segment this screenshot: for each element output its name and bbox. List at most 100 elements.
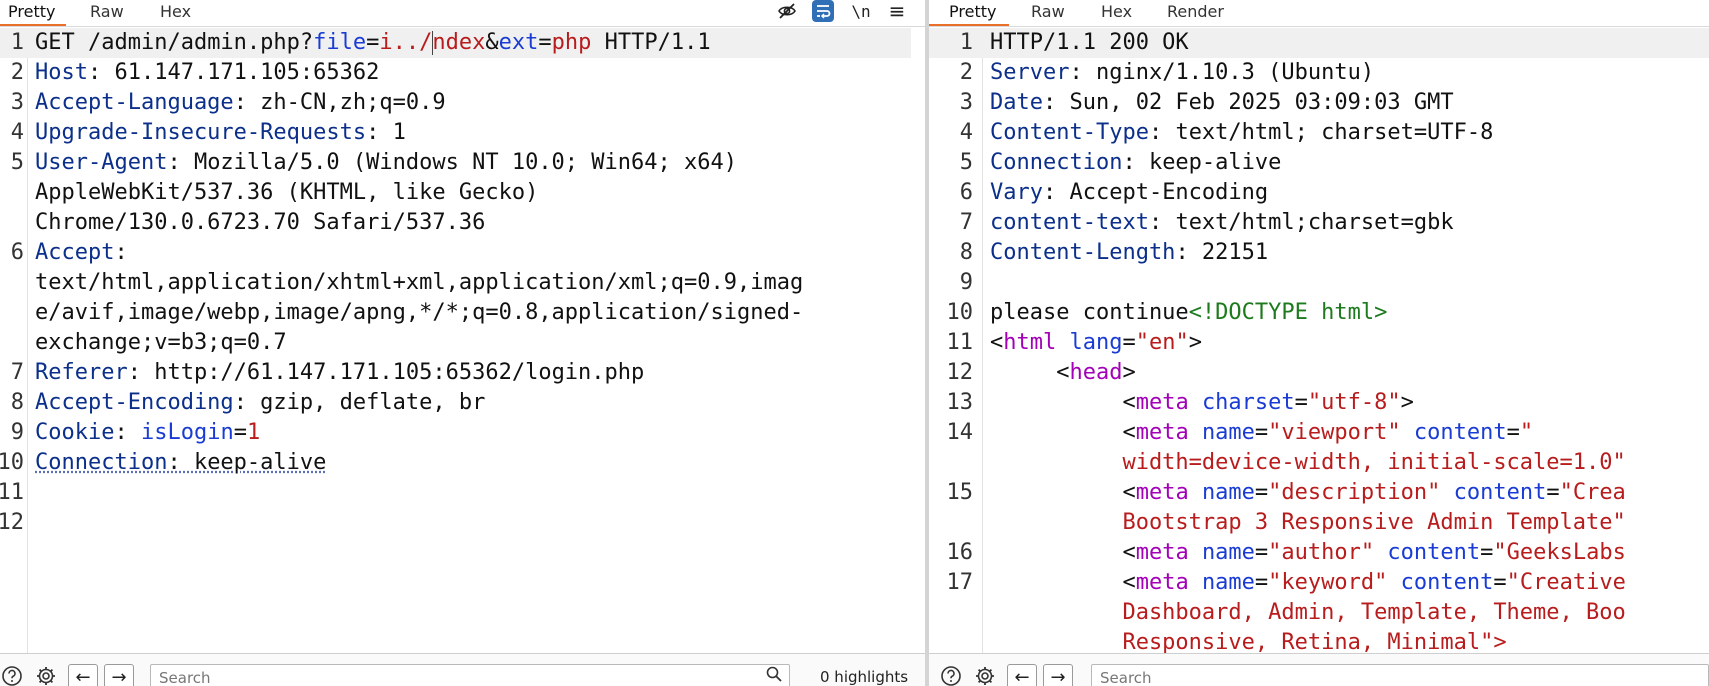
- arrow-left-icon: ←: [1014, 666, 1030, 686]
- line-number: 8: [10, 390, 24, 415]
- body-text: please continue: [990, 300, 1189, 325]
- header-value: : text/html;charset=gbk: [1148, 210, 1454, 235]
- request-editor[interactable]: 1 GET /admin/admin.php?file=i../ndex&ext…: [0, 28, 925, 653]
- header-value: : Mozilla/5.0 (Windows NT 10.0; Win64; x…: [167, 150, 737, 175]
- code-line-wrap: width=device-width, initial-scale=1.0": [929, 448, 1709, 478]
- menu-icon[interactable]: ≡: [886, 0, 908, 23]
- code-line: 10 please continue<!DOCTYPE html>: [929, 298, 1709, 328]
- code-line: 1 GET /admin/admin.php?file=i../ndex&ext…: [0, 28, 911, 58]
- header-key: Upgrade-Insecure-Requests: [35, 120, 367, 145]
- newline-icon[interactable]: \n: [850, 0, 872, 22]
- header-value: : zh-CN,zh;q=0.9: [233, 90, 446, 115]
- attr-name: charset: [1201, 390, 1295, 415]
- gear-icon[interactable]: [973, 664, 997, 686]
- code-line: 4 Content-Type: text/html; charset=UTF-8: [929, 118, 1709, 148]
- method: GET: [35, 30, 88, 55]
- attr-name: name: [1201, 540, 1255, 565]
- attr-name: name: [1201, 480, 1255, 505]
- code-line: 6 Accept:: [0, 238, 925, 268]
- attr-value: "author": [1268, 540, 1375, 565]
- previous-button[interactable]: ←: [68, 664, 98, 686]
- attr-name: content: [1413, 420, 1507, 445]
- attr-value-wrap: Dashboard, Admin, Template, Theme, Boo: [990, 600, 1626, 625]
- code-line: 14 <meta name="viewport" content=": [929, 418, 1709, 448]
- line-number: 15: [946, 480, 974, 505]
- header-key: Server: [990, 60, 1070, 85]
- request-line: GET /admin/admin.php?file=i../ndex&ext=p…: [35, 28, 711, 58]
- header-key: Accept-Encoding: [35, 390, 234, 415]
- tab-raw[interactable]: Raw: [1031, 0, 1065, 26]
- line-number: 6: [10, 240, 24, 265]
- attr-name: content: [1400, 570, 1494, 595]
- attr-name: name: [1201, 570, 1255, 595]
- request-search-input[interactable]: Search: [150, 664, 790, 686]
- tab-hex[interactable]: Hex: [160, 0, 191, 26]
- help-icon[interactable]: [0, 664, 24, 686]
- line-number: 9: [959, 270, 973, 295]
- line-number: 1: [10, 30, 24, 55]
- equals: =: [366, 30, 380, 55]
- response-tabbar: Pretty Raw Hex Render: [929, 0, 1709, 27]
- header-key: Cookie: [35, 420, 115, 445]
- equals: =: [1122, 330, 1136, 355]
- line-number: 3: [959, 90, 973, 115]
- request-bottombar: ← → Search 0 highlights: [0, 653, 925, 686]
- tab-pretty[interactable]: Pretty: [0, 0, 66, 26]
- line-number: 12: [946, 360, 974, 385]
- equals: =: [1254, 480, 1269, 505]
- code-line: 11 <html lang="en">: [929, 328, 1709, 358]
- next-button[interactable]: →: [1043, 664, 1073, 686]
- line-number: 11: [0, 480, 24, 505]
- code-line: 17 <meta name="keyword" content="Creativ…: [929, 568, 1709, 598]
- tag-bracket: >: [1188, 330, 1202, 355]
- header-key: User-Agent: [35, 150, 168, 175]
- param-value: ndex: [432, 30, 486, 55]
- request-tabbar: Pretty Raw Hex \n ≡: [0, 0, 925, 27]
- protocol: HTTP/1.1: [591, 30, 711, 55]
- response-editor[interactable]: 1 HTTP/1.1 200 OK 2 Server: nginx/1.10.3…: [929, 28, 1709, 653]
- help-icon[interactable]: [939, 664, 963, 686]
- code-line-wrap: text/html,application/xhtml+xml,applicat…: [0, 268, 925, 298]
- code-line: 10 Connection: keep-alive: [0, 448, 925, 478]
- highlights-count: 0 highlights: [820, 668, 909, 686]
- header-value: :: [114, 240, 128, 265]
- wrap-lines-icon[interactable]: [812, 0, 834, 22]
- header-key: Accept-Language: [35, 90, 234, 115]
- code-line: 8 Accept-Encoding: gzip, deflate, br: [0, 388, 925, 418]
- tab-pretty[interactable]: Pretty: [929, 0, 1009, 26]
- tab-raw[interactable]: Raw: [90, 0, 124, 26]
- response-pane: Pretty Raw Hex Render 1 HTTP/1.1 200 OK …: [929, 0, 1709, 686]
- tab-hex[interactable]: Hex: [1101, 0, 1132, 26]
- equals: =: [1294, 390, 1308, 415]
- tab-render[interactable]: Render: [1167, 0, 1224, 26]
- attr-value: "en": [1135, 330, 1189, 355]
- tag-bracket: <: [1122, 570, 1136, 595]
- tag-bracket: <: [1122, 420, 1136, 445]
- next-button[interactable]: →: [104, 664, 134, 686]
- line-number: 14: [946, 420, 974, 445]
- tag-name: meta: [1135, 540, 1189, 565]
- line-number: 11: [946, 330, 974, 355]
- response-search-input[interactable]: Search: [1091, 664, 1709, 686]
- attr-name: content: [1387, 540, 1481, 565]
- code-line-wrap: e/avif,image/webp,image/apng,*/*;q=0.8,a…: [0, 298, 925, 328]
- response-code: 1 HTTP/1.1 200 OK 2 Server: nginx/1.10.3…: [929, 28, 1709, 653]
- line-number: 7: [959, 210, 973, 235]
- attr-value: "description": [1268, 480, 1441, 505]
- header-value: : http://61.147.171.105:65362/login.php: [127, 360, 645, 385]
- gear-icon[interactable]: [34, 664, 58, 686]
- previous-button[interactable]: ←: [1007, 664, 1037, 686]
- line-number: 3: [10, 90, 24, 115]
- code-line: 5 Connection: keep-alive: [929, 148, 1709, 178]
- tag-bracket: <: [1122, 480, 1136, 505]
- code-line: 4 Upgrade-Insecure-Requests: 1: [0, 118, 925, 148]
- header-value: : keep-alive: [167, 450, 327, 475]
- header-value-wrap: AppleWebKit/537.36 (KHTML, like Gecko): [35, 180, 539, 205]
- hide-icon[interactable]: [776, 0, 798, 22]
- status-line: HTTP/1.1 200 OK: [990, 30, 1189, 55]
- attr-value: ": [1519, 420, 1534, 445]
